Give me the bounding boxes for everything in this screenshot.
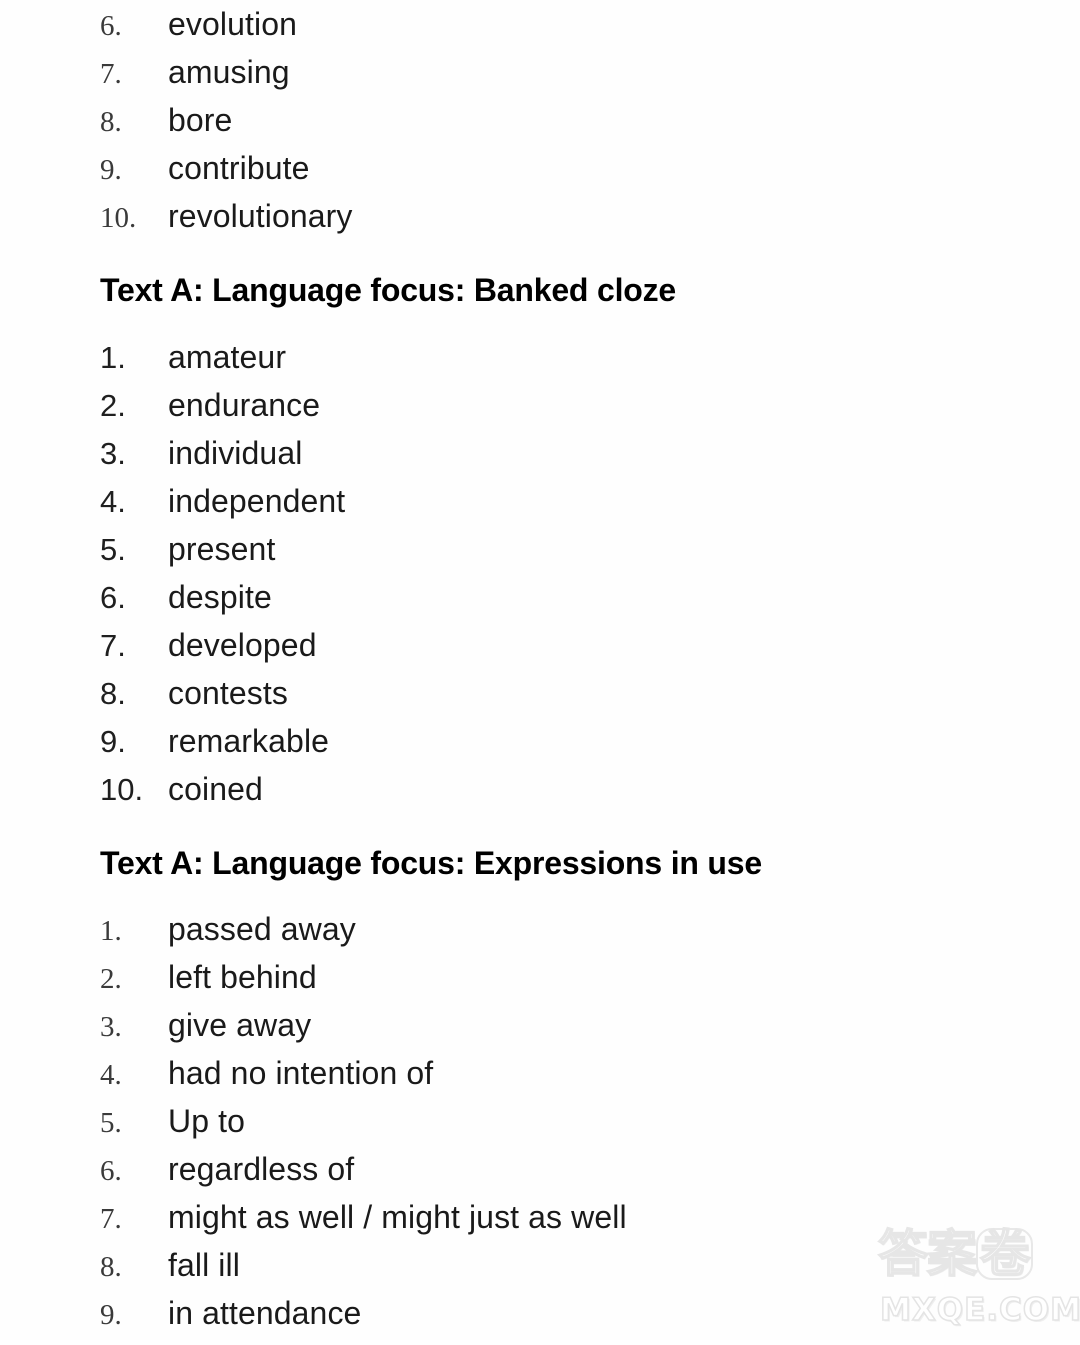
item-text: evolution: [168, 6, 297, 42]
list-item: 1. passed away: [100, 913, 1000, 961]
answer-list-continued: 6. evolution 7. amusing 8. bore 9. contr…: [100, 8, 1000, 248]
item-text: amusing: [168, 54, 290, 90]
item-text: regardless of: [168, 1151, 355, 1188]
item-text: revolutionary: [168, 198, 353, 234]
item-number: 10.: [100, 202, 137, 234]
list-item: 9. contribute: [100, 152, 1000, 200]
section-heading-banked-cloze: Text A: Language focus: Banked cloze: [100, 272, 677, 308]
item-number: 4.: [100, 1059, 122, 1092]
item-text: left behind: [168, 959, 317, 996]
list-item: 4. independent: [100, 485, 1000, 533]
list-item: 10. coined: [100, 773, 1000, 821]
list-item: 9. remarkable: [100, 725, 1000, 773]
item-text: amateur: [168, 338, 287, 375]
answer-list-expressions-in-use: 1. passed away 2. left behind 3. give aw…: [100, 913, 1000, 1345]
list-item: 4. had no intention of: [100, 1057, 1000, 1105]
list-item: 5. Up to: [100, 1105, 1000, 1153]
item-number: 7.: [100, 627, 126, 663]
item-text: contribute: [168, 150, 310, 186]
item-text: contests: [168, 674, 288, 711]
item-text: despite: [168, 578, 272, 615]
item-number: 2.: [100, 387, 126, 423]
item-number: 2.: [100, 963, 122, 996]
document-page: 6. evolution 7. amusing 8. bore 9. contr…: [0, 0, 1080, 1340]
item-number: 9.: [100, 723, 126, 759]
list-item: 7. might as well / might just as well: [100, 1201, 1000, 1249]
item-number: 8.: [100, 675, 126, 711]
item-number: 3.: [100, 435, 126, 471]
list-item: 8. contests: [100, 677, 1000, 725]
section-heading-expressions-in-use: Text A: Language focus: Expressions in u…: [100, 844, 762, 881]
item-text: fall ill: [168, 1247, 240, 1284]
item-text: coined: [168, 770, 263, 807]
item-number: 6.: [100, 1155, 122, 1188]
list-item: 8. bore: [100, 104, 1000, 152]
item-text: independent: [168, 482, 346, 519]
list-item: 5. present: [100, 533, 1000, 581]
item-number: 4.: [100, 483, 126, 519]
item-text: in attendance: [168, 1295, 362, 1332]
item-text: remarkable: [168, 722, 330, 759]
item-number: 8.: [100, 106, 122, 138]
item-number: 7.: [100, 1203, 122, 1236]
item-text: had no intention of: [168, 1055, 434, 1092]
list-item: 6. evolution: [100, 8, 1000, 56]
item-number: 9.: [100, 154, 122, 186]
list-item: 6. regardless of: [100, 1153, 1000, 1201]
item-number: 10.: [100, 771, 144, 807]
list-item: 8. fall ill: [100, 1249, 1000, 1297]
list-item: 3. give away: [100, 1009, 1000, 1057]
item-number: 1.: [100, 339, 126, 375]
item-number: 6.: [100, 579, 126, 615]
item-text: give away: [168, 1007, 312, 1044]
answer-key-content: 6. evolution 7. amusing 8. bore 9. contr…: [100, 8, 1000, 1345]
item-number: 7.: [100, 58, 122, 90]
item-number: 8.: [100, 1251, 122, 1284]
item-number: 3.: [100, 1011, 122, 1044]
item-number: 5.: [100, 531, 126, 567]
list-item: 9. in attendance: [100, 1297, 1000, 1345]
item-number: 9.: [100, 1299, 122, 1332]
list-item: 10. revolutionary: [100, 200, 1000, 248]
list-item: 2. left behind: [100, 961, 1000, 1009]
item-text: developed: [168, 626, 317, 663]
item-text: individual: [168, 434, 303, 471]
list-item: 3. individual: [100, 437, 1000, 485]
item-text: might as well / might just as well: [168, 1199, 627, 1236]
item-number: 5.: [100, 1107, 122, 1140]
item-text: Up to: [168, 1103, 245, 1140]
item-number: 1.: [100, 915, 122, 948]
item-text: present: [168, 530, 276, 567]
list-item: 7. amusing: [100, 56, 1000, 104]
answer-list-banked-cloze: 1. amateur 2. endurance 3. individual 4.…: [100, 341, 1000, 821]
item-text: passed away: [168, 911, 356, 948]
list-item: 1. amateur: [100, 341, 1000, 389]
item-text: bore: [168, 102, 233, 138]
item-number: 6.: [100, 10, 122, 42]
list-item: 2. endurance: [100, 389, 1000, 437]
list-item: 6. despite: [100, 581, 1000, 629]
item-text: endurance: [168, 386, 321, 423]
list-item: 7. developed: [100, 629, 1000, 677]
